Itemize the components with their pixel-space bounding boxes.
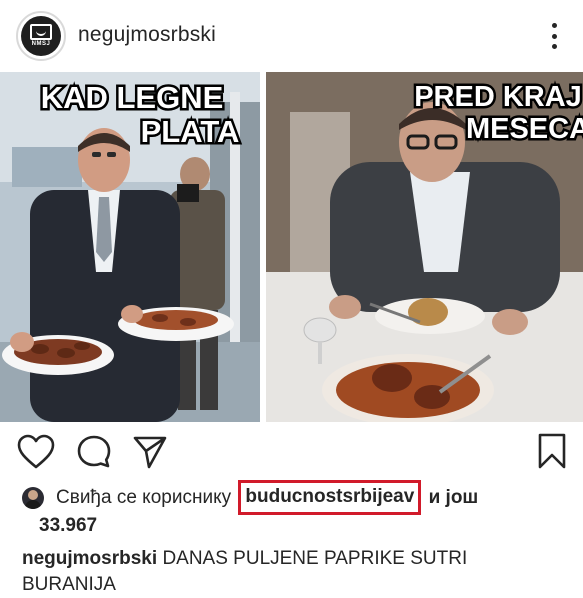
likes-suffix[interactable]: и још (429, 487, 479, 508)
comment-icon[interactable] (76, 434, 112, 470)
likes-prefix: Свиђа се кориснику (56, 487, 232, 508)
caption-username[interactable]: negujmosrbski (22, 548, 157, 569)
post-image[interactable]: KAD LEGNE PLATA PRED KRAJ MESECA (0, 72, 583, 422)
profile-avatar[interactable]: NMSJ (16, 11, 66, 61)
logo-icon: NMSJ (21, 16, 61, 56)
liker-avatar[interactable] (22, 487, 44, 509)
more-options-icon[interactable] (546, 20, 562, 52)
share-icon[interactable] (132, 434, 168, 470)
post-header: NMSJ negujmosrbski (0, 0, 583, 72)
liker-username[interactable]: buducnostsrbijeav (238, 480, 422, 515)
avatar-logo-text: NMSJ (31, 40, 51, 47)
right-photo-panel: PRED KRAJ MESECA (266, 72, 583, 422)
bookmark-icon[interactable] (537, 432, 567, 470)
right-caption-line1: PRED KRAJ (414, 81, 582, 113)
post-actions (0, 430, 583, 474)
post-caption: negujmosrbski DANAS PULJENE PAPRIKE SUTR… (22, 546, 562, 598)
header-username[interactable]: negujmosrbski (78, 23, 216, 47)
left-caption-line1: KAD LEGNE (41, 80, 224, 115)
left-photo-panel: KAD LEGNE PLATA (0, 72, 260, 422)
right-caption-line2: MESECA (466, 113, 583, 145)
likes-text: Свиђа се кориснику buducnostsrbijeav и ј… (56, 480, 479, 515)
likes-count[interactable]: 33.967 (39, 515, 97, 537)
heart-icon[interactable] (17, 434, 55, 470)
left-caption-line2: PLATA (141, 114, 240, 149)
